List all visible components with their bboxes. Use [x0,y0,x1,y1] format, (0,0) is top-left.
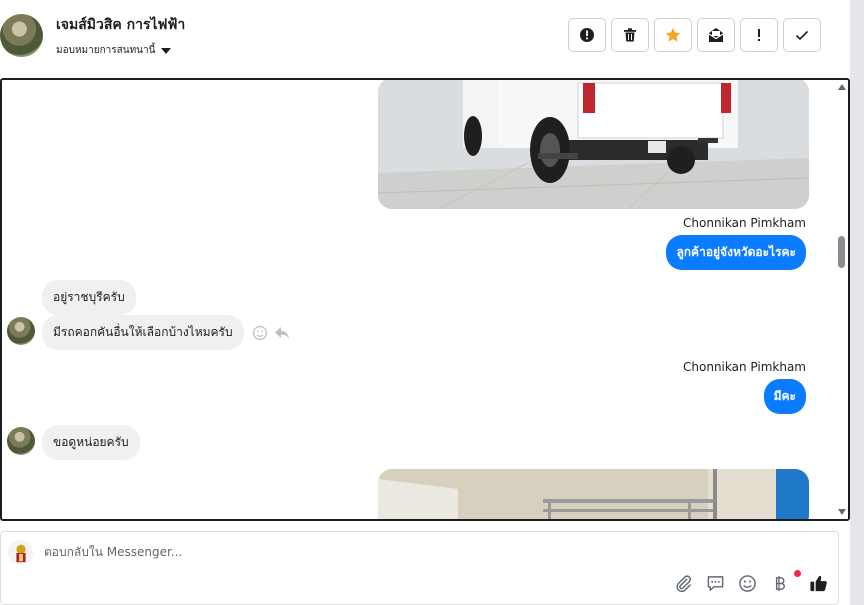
message-thread[interactable]: Chonnikan Pimkham ลูกค้าอยู่จังหวัดอะไรค… [0,78,850,521]
incoming-message[interactable]: อยู่ราชบุรีครับ [42,280,136,315]
contact-avatar[interactable] [0,14,43,57]
like-button[interactable] [809,574,828,593]
reply-input[interactable] [44,545,744,559]
star-button[interactable] [654,18,692,52]
page-avatar [8,540,33,565]
outgoing-message[interactable]: ลูกค้าอยู่จังหวัดอะไรคะ [666,235,806,270]
scrollbar-thumb[interactable] [838,236,845,268]
page-logo-icon [15,544,26,562]
sender-name: Chonnikan Pimkham [683,216,806,230]
vehicle-photo-attachment[interactable] [378,80,809,209]
vehicle-photo-attachment[interactable] [378,469,809,519]
emoji-icon [739,575,756,592]
delete-button[interactable] [611,18,649,52]
assign-conversation-dropdown[interactable]: มอบหมายการสนทนานี้ [56,43,172,58]
notification-dot [794,570,801,577]
thumbs-up-icon [810,575,827,592]
mark-unread-icon [708,28,724,42]
page-scroll-area [850,0,864,605]
assign-label: มอบหมายการสนทนานี้ [56,45,156,56]
pickup-truck-photo [378,469,809,519]
incoming-message[interactable]: มีรถคอกคันอื่นให้เลือกบ้างไหมครับ [42,315,244,350]
messenger-inbox: เจมส์มิวสิค การไฟฟ้า มอบหมายการสนทนานี้ [0,0,864,605]
conversation-toolbar [568,18,821,52]
star-icon [665,28,681,42]
contact-avatar-small[interactable] [7,427,35,455]
baht-icon [775,575,785,592]
react-smiley-icon[interactable] [252,325,268,341]
alert-circle-icon [580,28,594,42]
trash-icon [624,28,636,42]
scroll-down-arrow-icon[interactable] [838,509,846,515]
thread-scrollbar[interactable] [834,80,848,519]
caret-down-icon [161,47,172,54]
incoming-message[interactable]: ขอดูหน่อยครับ [42,425,140,460]
message-actions [252,325,290,341]
payment-button[interactable] [770,570,801,593]
mark-done-button[interactable] [783,18,821,52]
pickup-truck-photo [378,80,809,209]
reply-composer [0,531,839,605]
composer-tools [674,570,828,593]
attach-button[interactable] [674,574,693,593]
outgoing-message[interactable]: มีคะ [763,379,806,414]
emoji-button[interactable] [738,574,757,593]
mark-spam-button[interactable] [740,18,778,52]
conversation-header: เจมส์มิวสิค การไฟฟ้า มอบหมายการสนทนานี้ [0,0,850,78]
saved-replies-button[interactable] [706,574,725,593]
contact-name[interactable]: เจมส์มิวสิค การไฟฟ้า [56,14,185,36]
reply-icon[interactable] [274,325,290,341]
paperclip-icon [676,575,691,593]
alert-button[interactable] [568,18,606,52]
contact-avatar-small[interactable] [7,317,35,345]
sender-name: Chonnikan Pimkham [683,360,806,374]
mark-unread-button[interactable] [697,18,735,52]
chat-bubble-icon [707,576,724,591]
exclamation-icon [758,29,760,41]
scroll-up-arrow-icon[interactable] [838,84,846,90]
check-icon [795,30,809,41]
